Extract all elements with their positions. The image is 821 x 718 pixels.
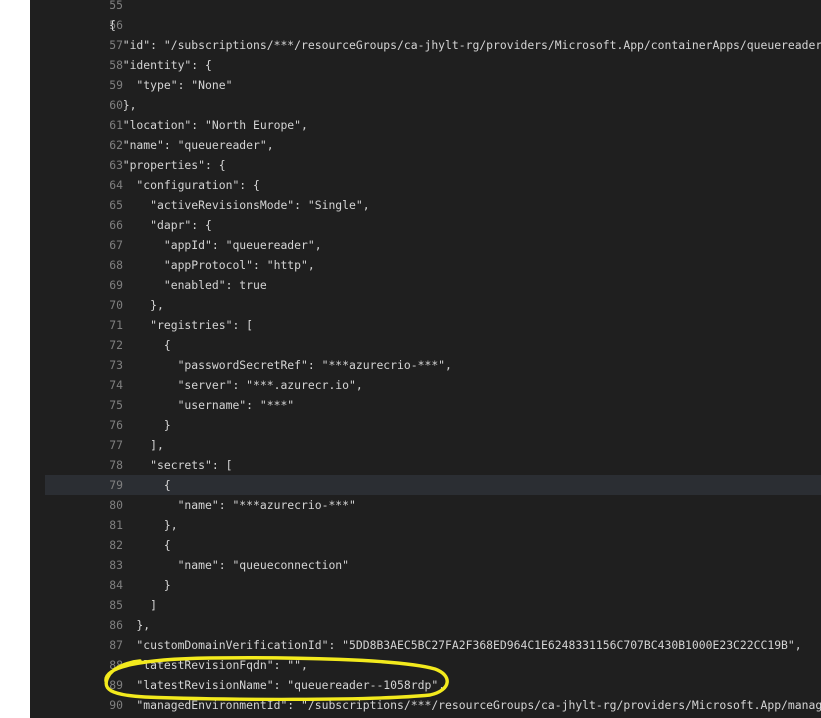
code-text: "name": "***azurecrio-***" (109, 498, 356, 512)
code-line[interactable]: 55 (30, 0, 821, 15)
code-text: } (109, 418, 171, 432)
code-line[interactable]: 89 "latestRevisionName": "queuereader--1… (30, 675, 821, 695)
code-line[interactable]: 64 "configuration": { (30, 175, 821, 195)
code-text: "type": "None" (109, 78, 233, 92)
code-line[interactable]: 85 ] (30, 595, 821, 615)
code-line[interactable]: 67 "appId": "queuereader", (30, 235, 821, 255)
code-text: "appProtocol": "http", (109, 258, 315, 272)
code-text: { (109, 338, 171, 352)
code-text: "configuration": { (109, 178, 260, 192)
code-text: "secrets": [ (109, 458, 233, 472)
code-line[interactable]: 72 { (30, 335, 821, 355)
code-line[interactable]: 78 "secrets": [ (30, 455, 821, 475)
code-text: { (109, 478, 171, 492)
code-line[interactable]: 77 ], (30, 435, 821, 455)
code-text: "registries": [ (109, 318, 254, 332)
code-text: { (109, 538, 171, 552)
code-line[interactable]: 57 "id": "/subscriptions/***/resourceGro… (30, 35, 821, 55)
json-code-editor[interactable]: 55 56{57 "id": "/subscriptions/***/resour… (30, 0, 821, 718)
code-line[interactable]: 76 } (30, 415, 821, 435)
code-line[interactable]: 60 }, (30, 95, 821, 115)
code-text: "properties": { (109, 158, 226, 172)
code-text: { (109, 18, 116, 32)
code-text: ], (109, 438, 164, 452)
code-text: ] (109, 598, 158, 612)
code-text: }, (109, 98, 137, 112)
code-text: "server": "***.azurecr.io", (109, 378, 363, 392)
code-line[interactable]: 65 "activeRevisionsMode": "Single", (30, 195, 821, 215)
code-line[interactable]: 58 "identity": { (30, 55, 821, 75)
code-text: "latestRevisionFqdn": "", (109, 658, 308, 672)
code-line[interactable]: 86 }, (30, 615, 821, 635)
code-line[interactable]: 73 "passwordSecretRef": "***azurecrio-**… (30, 355, 821, 375)
code-line[interactable]: 71 "registries": [ (30, 315, 821, 335)
code-line[interactable]: 82 { (30, 535, 821, 555)
code-text: "activeRevisionsMode": "Single", (109, 198, 370, 212)
line-number: 55 (109, 0, 123, 12)
code-line[interactable]: 62 "name": "queuereader", (30, 135, 821, 155)
code-text: "latestRevisionName": "queuereader--1058… (109, 678, 446, 692)
code-text: "name": "queueconnection" (109, 558, 350, 572)
code-line[interactable]: 59 "type": "None" (30, 75, 821, 95)
code-line[interactable]: 84 } (30, 575, 821, 595)
code-line[interactable]: 69 "enabled": true (30, 275, 821, 295)
code-text: "enabled": true (109, 278, 267, 292)
code-text: } (109, 578, 171, 592)
code-text: }, (109, 618, 151, 632)
code-line[interactable]: 83 "name": "queueconnection" (30, 555, 821, 575)
code-line[interactable]: 87 "customDomainVerificationId": "5DD8B3… (30, 635, 821, 655)
code-line[interactable]: 88 "latestRevisionFqdn": "", (30, 655, 821, 675)
code-text: "customDomainVerificationId": "5DD8B3AEC… (109, 638, 802, 652)
code-text: "passwordSecretRef": "***azurecrio-***", (109, 358, 452, 372)
code-line[interactable]: 70 }, (30, 295, 821, 315)
code-text: "location": "North Europe", (109, 118, 308, 132)
code-line[interactable]: 75 "username": "***" (30, 395, 821, 415)
code-line[interactable]: 56{ (30, 15, 821, 35)
code-text: "identity": { (109, 58, 212, 72)
code-line[interactable]: 79 { (45, 475, 821, 495)
code-line[interactable]: 68 "appProtocol": "http", (30, 255, 821, 275)
code-line[interactable]: 81 }, (30, 515, 821, 535)
code-line[interactable]: 66 "dapr": { (30, 215, 821, 235)
code-text: }, (109, 298, 164, 312)
code-text: "id": "/subscriptions/***/resourceGroups… (109, 38, 821, 52)
code-line[interactable]: 80 "name": "***azurecrio-***" (30, 495, 821, 515)
code-line[interactable]: 63 "properties": { (30, 155, 821, 175)
code-text: "managedEnvironmentId": "/subscriptions/… (136, 698, 821, 712)
code-line[interactable]: 74 "server": "***.azurecr.io", (30, 375, 821, 395)
code-text: "appId": "queuereader", (109, 238, 322, 252)
code-line[interactable]: 61 "location": "North Europe", (30, 115, 821, 135)
code-line[interactable]: 90 "managedEnvironmentId": "/subscriptio… (30, 695, 821, 715)
code-text: }, (109, 518, 178, 532)
code-text: "username": "***" (109, 398, 295, 412)
code-text: "name": "queuereader", (109, 138, 274, 152)
line-number: 56 (109, 18, 123, 32)
code-text: "dapr": { (109, 218, 212, 232)
